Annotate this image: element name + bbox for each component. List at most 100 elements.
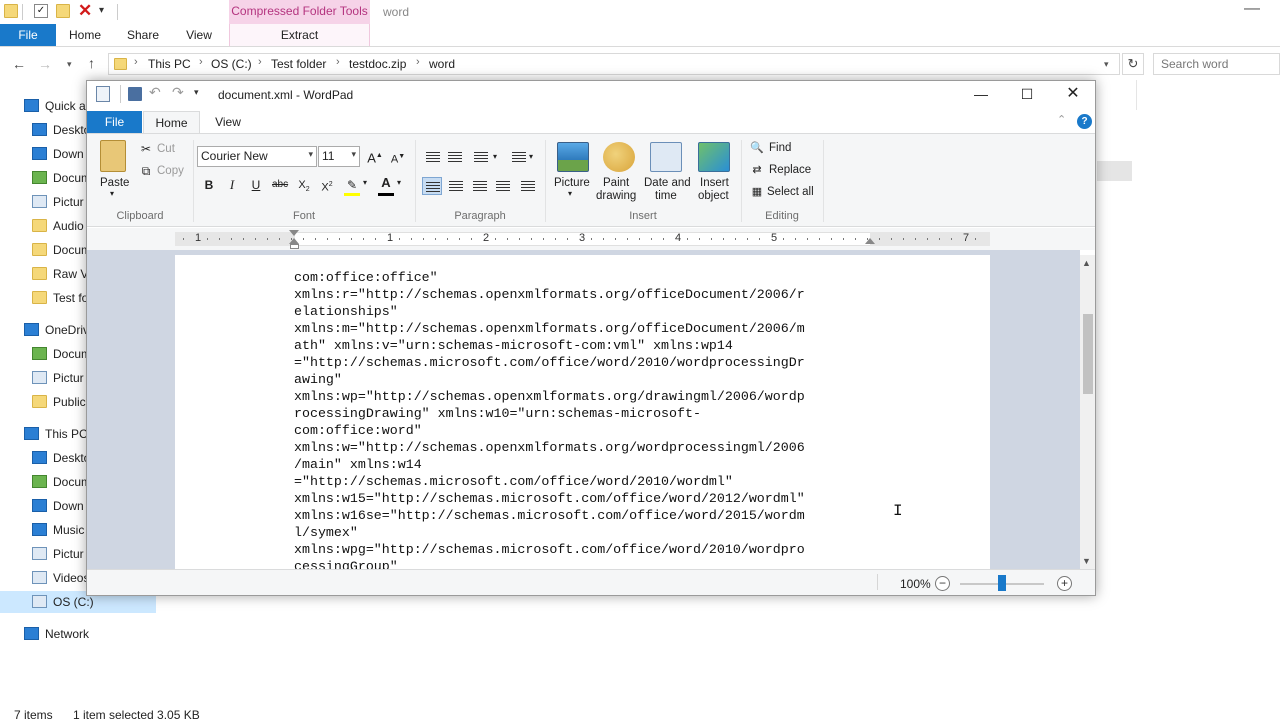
paragraph-settings-button[interactable] bbox=[518, 177, 538, 195]
breadcrumb-this-pc[interactable]: This PC bbox=[148, 57, 191, 71]
copy-button[interactable]: Copy bbox=[157, 165, 184, 177]
undo-icon[interactable]: ↶ bbox=[149, 84, 161, 101]
document-page[interactable]: com:office:office" xmlns:r="http://schema… bbox=[175, 255, 990, 569]
scroll-up-button[interactable]: ▲ bbox=[1082, 258, 1091, 268]
minimize-button[interactable]: — bbox=[958, 84, 1004, 106]
right-indent-marker[interactable] bbox=[865, 238, 875, 244]
underline-button[interactable]: U bbox=[248, 177, 264, 193]
document-line[interactable]: xmlns:wpg="http://schemas.microsoft.com/… bbox=[294, 541, 805, 558]
tab-file[interactable]: File bbox=[0, 24, 56, 46]
copy-icon[interactable]: ⧉ bbox=[138, 163, 154, 179]
save-icon[interactable] bbox=[128, 87, 142, 101]
date-time-label-1[interactable]: Date and bbox=[644, 177, 691, 189]
chevron-down-icon[interactable]: ▾ bbox=[568, 189, 572, 198]
find-icon[interactable]: 🔍 bbox=[749, 140, 765, 156]
chevron-down-icon[interactable]: ▾ bbox=[493, 152, 497, 161]
document-line[interactable]: /main" xmlns:w14 bbox=[294, 456, 805, 473]
breadcrumb-word[interactable]: word bbox=[429, 57, 455, 71]
document-line[interactable]: l/symex" bbox=[294, 524, 805, 541]
close-button[interactable]: ✕ bbox=[1050, 84, 1096, 106]
document-line[interactable]: xmlns:w15="http://schemas.microsoft.com/… bbox=[294, 490, 805, 507]
document-line[interactable]: rocessingDrawing" xmlns:w10="urn:schemas… bbox=[294, 405, 805, 422]
tab-extract[interactable]: Extract bbox=[229, 24, 370, 46]
tab-home[interactable]: Home bbox=[143, 111, 200, 133]
new-folder-icon[interactable] bbox=[56, 4, 70, 18]
font-size-select[interactable]: 11 ▾ bbox=[318, 146, 360, 167]
wordpad-app-icon[interactable] bbox=[96, 86, 110, 102]
select-all-icon[interactable]: ▦ bbox=[749, 184, 765, 200]
properties-icon[interactable]: ✓ bbox=[34, 4, 48, 18]
qat-customize-icon[interactable]: ▾ bbox=[99, 5, 104, 16]
chevron-down-icon[interactable]: ▾ bbox=[363, 178, 367, 187]
line-spacing-button[interactable] bbox=[509, 148, 529, 166]
strikethrough-button[interactable]: abc bbox=[272, 177, 288, 193]
document-line[interactable]: elationships" bbox=[294, 303, 805, 320]
document-line[interactable]: com:office:office" bbox=[294, 269, 805, 286]
date-time-icon[interactable] bbox=[650, 142, 682, 172]
date-time-label-2[interactable]: time bbox=[655, 190, 677, 202]
document-line[interactable]: xmlns:wp="http://schemas.openxmlformats.… bbox=[294, 388, 805, 405]
up-button[interactable]: ↑ bbox=[88, 55, 95, 71]
paint-drawing-label-2[interactable]: drawing bbox=[596, 190, 636, 202]
first-line-indent-marker[interactable] bbox=[289, 230, 299, 236]
paint-drawing-icon[interactable] bbox=[603, 142, 635, 172]
breadcrumb-test-folder[interactable]: Test folder bbox=[271, 57, 326, 71]
qat-customize-icon[interactable]: ▾ bbox=[194, 87, 199, 98]
paste-button[interactable]: Paste bbox=[100, 177, 129, 189]
tab-share[interactable]: Share bbox=[120, 24, 166, 46]
bold-button[interactable]: B bbox=[201, 177, 217, 193]
highlight-icon[interactable]: ✎ bbox=[344, 177, 360, 193]
zoom-in-button[interactable]: + bbox=[1057, 576, 1072, 591]
replace-button[interactable]: Replace bbox=[769, 164, 811, 176]
collapse-ribbon-icon[interactable]: ⌃ bbox=[1057, 113, 1066, 126]
grow-font-icon[interactable]: A▲ bbox=[367, 148, 383, 165]
forward-button[interactable]: → bbox=[38, 56, 52, 72]
picture-icon[interactable] bbox=[557, 142, 589, 172]
chevron-down-icon[interactable]: ▾ bbox=[529, 152, 533, 161]
document-line[interactable]: xmlns:m="http://schemas.openxmlformats.o… bbox=[294, 320, 805, 337]
document-line[interactable]: xmlns:w16se="http://schemas.microsoft.co… bbox=[294, 507, 805, 524]
document-text[interactable]: com:office:office" xmlns:r="http://schema… bbox=[294, 269, 805, 569]
help-icon[interactable]: ? bbox=[1077, 114, 1092, 129]
back-button[interactable]: ← bbox=[12, 56, 26, 72]
paste-icon[interactable] bbox=[100, 140, 126, 172]
address-dropdown-icon[interactable]: ▾ bbox=[1104, 59, 1109, 70]
document-line[interactable]: xmlns:r="http://schemas.openxmlformats.o… bbox=[294, 286, 805, 303]
increase-indent-button[interactable] bbox=[445, 148, 465, 166]
paste-dropdown-icon[interactable]: ▾ bbox=[110, 189, 114, 198]
superscript-button[interactable]: X2 bbox=[319, 177, 335, 194]
vertical-scrollbar[interactable] bbox=[1080, 255, 1095, 569]
document-line[interactable]: ath" xmlns:v="urn:schemas-microsoft-com:… bbox=[294, 337, 805, 354]
tab-view[interactable]: View bbox=[176, 24, 222, 46]
document-line[interactable]: awing" bbox=[294, 371, 805, 388]
select-all-button[interactable]: Select all bbox=[767, 186, 814, 198]
delete-icon[interactable]: ✕ bbox=[78, 1, 92, 21]
shrink-font-icon[interactable]: A▼ bbox=[390, 149, 406, 166]
font-family-select[interactable]: Courier New ▾ bbox=[197, 146, 317, 167]
redo-icon[interactable]: ↷ bbox=[172, 84, 184, 101]
insert-object-label-2[interactable]: object bbox=[698, 190, 729, 202]
nav-item[interactable]: Network bbox=[0, 623, 156, 645]
replace-icon[interactable]: ⇄ bbox=[749, 162, 765, 178]
tab-home[interactable]: Home bbox=[62, 24, 108, 46]
document-line[interactable]: com:office:word" bbox=[294, 422, 805, 439]
subscript-button[interactable]: X2 bbox=[296, 177, 312, 193]
breadcrumb-os-c[interactable]: OS (C:) bbox=[211, 57, 252, 71]
maximize-button[interactable]: ☐ bbox=[1004, 84, 1050, 106]
align-right-button[interactable] bbox=[470, 177, 490, 195]
align-left-button[interactable] bbox=[422, 177, 442, 195]
document-line[interactable]: ="http://schemas.microsoft.com/office/wo… bbox=[294, 354, 805, 371]
cut-icon[interactable]: ✂ bbox=[138, 141, 154, 157]
bullets-button[interactable] bbox=[471, 148, 491, 166]
document-line[interactable]: xmlns:w="http://schemas.openxmlformats.o… bbox=[294, 439, 805, 456]
document-line[interactable]: cessingGroup" bbox=[294, 558, 805, 569]
picture-button[interactable]: Picture bbox=[554, 177, 590, 189]
tab-file[interactable]: File bbox=[87, 111, 142, 133]
document-line[interactable]: ="http://schemas.microsoft.com/office/wo… bbox=[294, 473, 805, 490]
italic-button[interactable]: I bbox=[224, 177, 240, 193]
refresh-button[interactable]: ↻ bbox=[1122, 53, 1144, 75]
zoom-out-button[interactable]: − bbox=[935, 576, 950, 591]
chevron-down-icon[interactable]: ▾ bbox=[397, 178, 401, 187]
justify-button[interactable] bbox=[493, 177, 513, 195]
breadcrumb-testdoc-zip[interactable]: testdoc.zip bbox=[349, 57, 406, 71]
